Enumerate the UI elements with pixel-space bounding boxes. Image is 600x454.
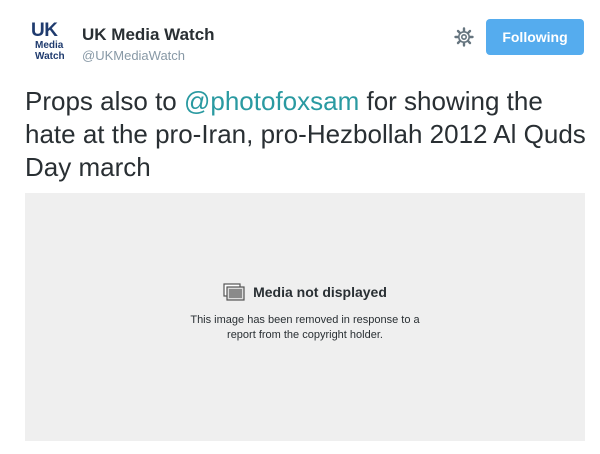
display-name[interactable]: UK Media Watch (82, 25, 215, 45)
following-button[interactable]: Following (486, 19, 584, 55)
avatar-text-uk: UK (31, 20, 58, 41)
avatar-text-watch: Watch (35, 51, 65, 62)
media-description: This image has been removed in response … (25, 313, 585, 343)
photo-icon (223, 283, 245, 304)
media-description-line-2: report from the copyright holder. (227, 329, 383, 341)
avatar-text-media: Media (35, 40, 64, 51)
avatar[interactable]: UK Media Watch (26, 18, 70, 66)
media-title-row: Media not displayed (25, 283, 585, 304)
tweet-text: Props also to @photofoxsam for showing t… (25, 85, 590, 184)
gear-icon[interactable] (452, 25, 476, 49)
tweet-card: UK Media Watch UK Media Watch @UKMediaWa… (0, 0, 600, 454)
screen-name[interactable]: @UKMediaWatch (82, 48, 185, 63)
tweet-text-before: Props also to (25, 86, 184, 116)
media-placeholder: Media not displayed This image has been … (25, 193, 585, 441)
media-description-line-1: This image has been removed in response … (190, 314, 420, 326)
mention-link[interactable]: @photofoxsam (184, 86, 359, 116)
media-title: Media not displayed (253, 284, 387, 300)
